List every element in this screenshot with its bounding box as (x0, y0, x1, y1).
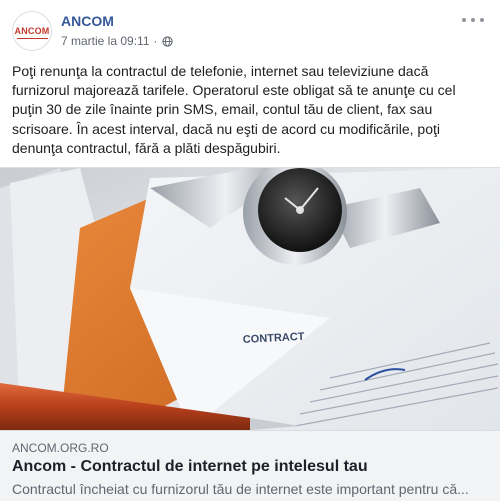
post-timestamp[interactable]: 7 martie la 09:11 (61, 34, 150, 48)
page-name-link[interactable]: ANCOM (61, 13, 114, 29)
link-description: Contractul încheiat cu furnizorul tău de… (12, 481, 469, 497)
post-header: ANCOM ANCOM 7 martie la 09:11 · (12, 8, 488, 52)
contract-watch-photo: CONTRACT (0, 168, 500, 430)
meta-separator: · (153, 34, 158, 48)
link-preview-meta[interactable]: ANCOM.ORG.RO Ancom - Contractul de inter… (0, 430, 500, 501)
facebook-post: ANCOM ANCOM 7 martie la 09:11 · Poţi ren… (0, 0, 500, 501)
link-preview-image[interactable]: CONTRACT (0, 168, 500, 430)
page-avatar[interactable]: ANCOM (12, 11, 52, 51)
post-meta: 7 martie la 09:11 · (61, 34, 173, 48)
post-text: Poţi renunţa la contractul de telefonie,… (12, 63, 456, 156)
link-preview-card[interactable]: CONTRACT ANCOM.ORG.RO Ancom - Contractul… (0, 167, 500, 501)
more-options-icon[interactable] (462, 14, 484, 26)
link-title[interactable]: Ancom - Contractul de internet pe intele… (12, 458, 368, 476)
globe-icon[interactable] (161, 35, 173, 47)
ancom-logo: ANCOM (14, 26, 50, 39)
link-domain: ANCOM.ORG.RO (12, 441, 109, 455)
